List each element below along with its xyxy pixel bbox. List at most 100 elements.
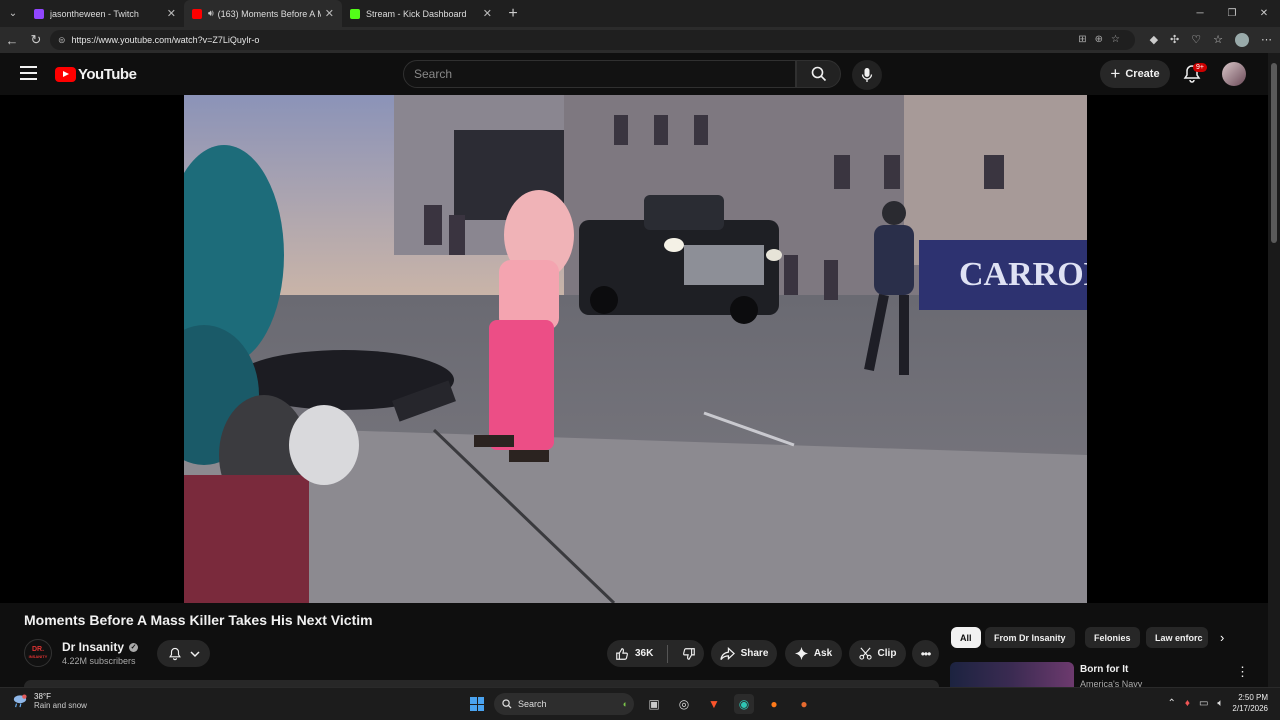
menu-hamburger-icon[interactable] [20, 66, 37, 80]
clip-label: Clip [877, 648, 897, 659]
channel-avatar[interactable]: DR. INSANITY [24, 639, 52, 667]
youtube-header: YouTube + Create 9+ [0, 53, 1268, 95]
clock-date: 2/17/2026 [1232, 704, 1268, 713]
video-frame: CARROL [184, 95, 1087, 603]
windows-taskbar: 38°F Rain and snow Search ◐ ▣ ◎ ▼ ◉ ● ● … [0, 687, 1280, 720]
scrollbar-thumb[interactable] [1271, 63, 1277, 243]
url-action-icons: ⊞ ⊕ ☆ [1078, 30, 1120, 50]
account-avatar[interactable] [1222, 62, 1246, 86]
create-button[interactable]: + Create [1100, 60, 1170, 88]
extension-icons: ◆ ✣ ♡ ☆ ⋯ [1150, 30, 1272, 50]
like-divider [667, 644, 668, 663]
search-box [403, 60, 796, 88]
banner-shape: CARROL [919, 240, 1087, 310]
browser-essentials-icon[interactable]: ♡ [1191, 30, 1201, 50]
weather-widget[interactable]: 38°F Rain and snow [12, 692, 87, 710]
channel-name-link[interactable]: Dr Insanity ✓ [62, 640, 139, 654]
chip-felonies[interactable]: Felonies [1085, 627, 1140, 648]
tray-expand-chevron-icon[interactable]: ⌃ [1167, 698, 1175, 709]
browser-tab-youtube[interactable]: 🔊︎ (163) Moments Before A Mass ✕ [184, 0, 342, 27]
zoom-icon[interactable]: ⊕ [1095, 30, 1103, 50]
clock-time: 2:50 PM [1238, 693, 1268, 702]
plus-icon: + [1110, 64, 1121, 83]
close-tab-icon[interactable]: ✕ [167, 7, 176, 20]
site-info-icon[interactable]: ⊜ [58, 35, 66, 46]
windows-start-icon[interactable] [470, 697, 484, 711]
create-label: Create [1125, 68, 1160, 80]
thumbs-up-icon [616, 647, 628, 660]
tab-title: (163) Moments Before A Mass [217, 8, 321, 19]
browser-tab-kick[interactable]: Stream - Kick Dashboard ✕ [342, 0, 500, 27]
subscribed-notifications-button[interactable] [157, 640, 210, 667]
recommended-thumbnail[interactable] [950, 662, 1074, 687]
like-count: 36K [635, 648, 654, 659]
chevron-right-icon[interactable]: › [1220, 630, 1224, 645]
chevron-down-icon [189, 650, 200, 657]
favorite-star-icon[interactable]: ☆ [1111, 30, 1120, 50]
microphone-tray-icon[interactable]: ♦ [1185, 698, 1190, 709]
like-button[interactable]: 36K [607, 647, 661, 661]
description-box[interactable] [24, 680, 939, 687]
taskbar-apps: Search ◐ ▣ ◎ ▼ ◉ ● ● [470, 693, 814, 715]
video-title: Moments Before A Mass Killer Takes His N… [24, 612, 373, 628]
like-dislike-group: 36K [607, 640, 704, 667]
recommended-title[interactable]: Born for It [1080, 664, 1128, 675]
recommended-more-icon[interactable]: ⋮ [1236, 664, 1249, 680]
subscriber-count: 4.22M subscribers [62, 656, 136, 666]
firefox-browser-icon[interactable]: ● [764, 694, 784, 714]
app-available-icon[interactable]: ⊞ [1078, 30, 1086, 50]
profile-avatar-icon[interactable] [1235, 33, 1249, 47]
tab-list-chevron-icon[interactable]: ⌄ [0, 0, 26, 27]
more-actions-icon[interactable]: ••• [912, 640, 939, 667]
youtube-play-logo-icon [55, 67, 76, 82]
chip-all[interactable]: All [951, 627, 981, 648]
url-text: https://www.youtube.com/watch?v=Z7LiQuyl… [71, 35, 260, 45]
channel-name: Dr Insanity [62, 640, 125, 654]
close-tab-icon[interactable]: ✕ [483, 7, 492, 20]
youtube-logo[interactable]: YouTube [55, 66, 137, 83]
display-icon[interactable]: ▭ [1199, 698, 1208, 709]
chip-law-enforcement[interactable]: Law enforc [1146, 627, 1208, 648]
thumbs-down-icon [683, 647, 695, 660]
brave-browser-icon[interactable]: ▼ [704, 694, 724, 714]
share-button[interactable]: Share [711, 640, 777, 667]
browser-tab-twitch[interactable]: jasontheween - Twitch ✕ [26, 0, 184, 27]
banner-text: CARROL [959, 256, 1087, 293]
extensions-puzzle-icon[interactable]: ✣ [1170, 30, 1179, 50]
speaker-icon[interactable]: 🔊︎ [208, 8, 214, 19]
extension-diamond-icon[interactable]: ◆ [1150, 30, 1158, 50]
favorites-collection-icon[interactable]: ☆ [1213, 30, 1223, 50]
chip-from-channel[interactable]: From Dr Insanity [985, 627, 1075, 648]
verified-check-icon: ✓ [129, 642, 139, 652]
back-arrow-icon[interactable]: ← [0, 33, 24, 48]
clip-button[interactable]: Clip [849, 640, 906, 667]
volume-icon[interactable]: 🔈︎ [1217, 698, 1223, 709]
ask-button[interactable]: Ask [785, 640, 842, 667]
obs-app-icon[interactable]: ◎ [674, 694, 694, 714]
edge-browser-icon[interactable]: ◉ [734, 694, 754, 714]
close-window-icon[interactable]: ✕ [1248, 0, 1280, 27]
settings-more-icon[interactable]: ⋯ [1261, 30, 1272, 50]
restore-icon[interactable]: ❐ [1216, 0, 1248, 27]
task-view-icon[interactable]: ▣ [644, 694, 664, 714]
taskbar-search-label: Search [518, 699, 547, 709]
weather-condition: Rain and snow [34, 701, 87, 710]
search-button[interactable] [796, 60, 841, 88]
new-tab-plus-icon[interactable]: + [500, 5, 526, 23]
voice-search-button[interactable] [852, 60, 882, 90]
search-input[interactable] [414, 67, 795, 81]
video-player[interactable]: CARROL [184, 95, 1087, 603]
page-scrollbar[interactable] [1268, 53, 1280, 687]
url-field[interactable]: ⊜ https://www.youtube.com/watch?v=Z7LiQu… [50, 30, 1135, 50]
minimize-icon[interactable]: ─ [1184, 0, 1216, 27]
close-tab-icon[interactable]: ✕ [325, 7, 334, 20]
taskbar-search[interactable]: Search ◐ [494, 693, 634, 715]
system-clock[interactable]: 2:50 PM 2/17/2026 [1232, 692, 1268, 714]
dislike-button[interactable] [674, 647, 704, 661]
ask-label: Ask [813, 648, 833, 659]
firefox-alt-browser-icon[interactable]: ● [794, 694, 814, 714]
tab-title: jasontheween - Twitch [50, 8, 139, 19]
rain-snow-icon [13, 694, 27, 708]
reload-icon[interactable]: ↻ [24, 32, 48, 48]
kick-favicon-icon [350, 8, 360, 19]
